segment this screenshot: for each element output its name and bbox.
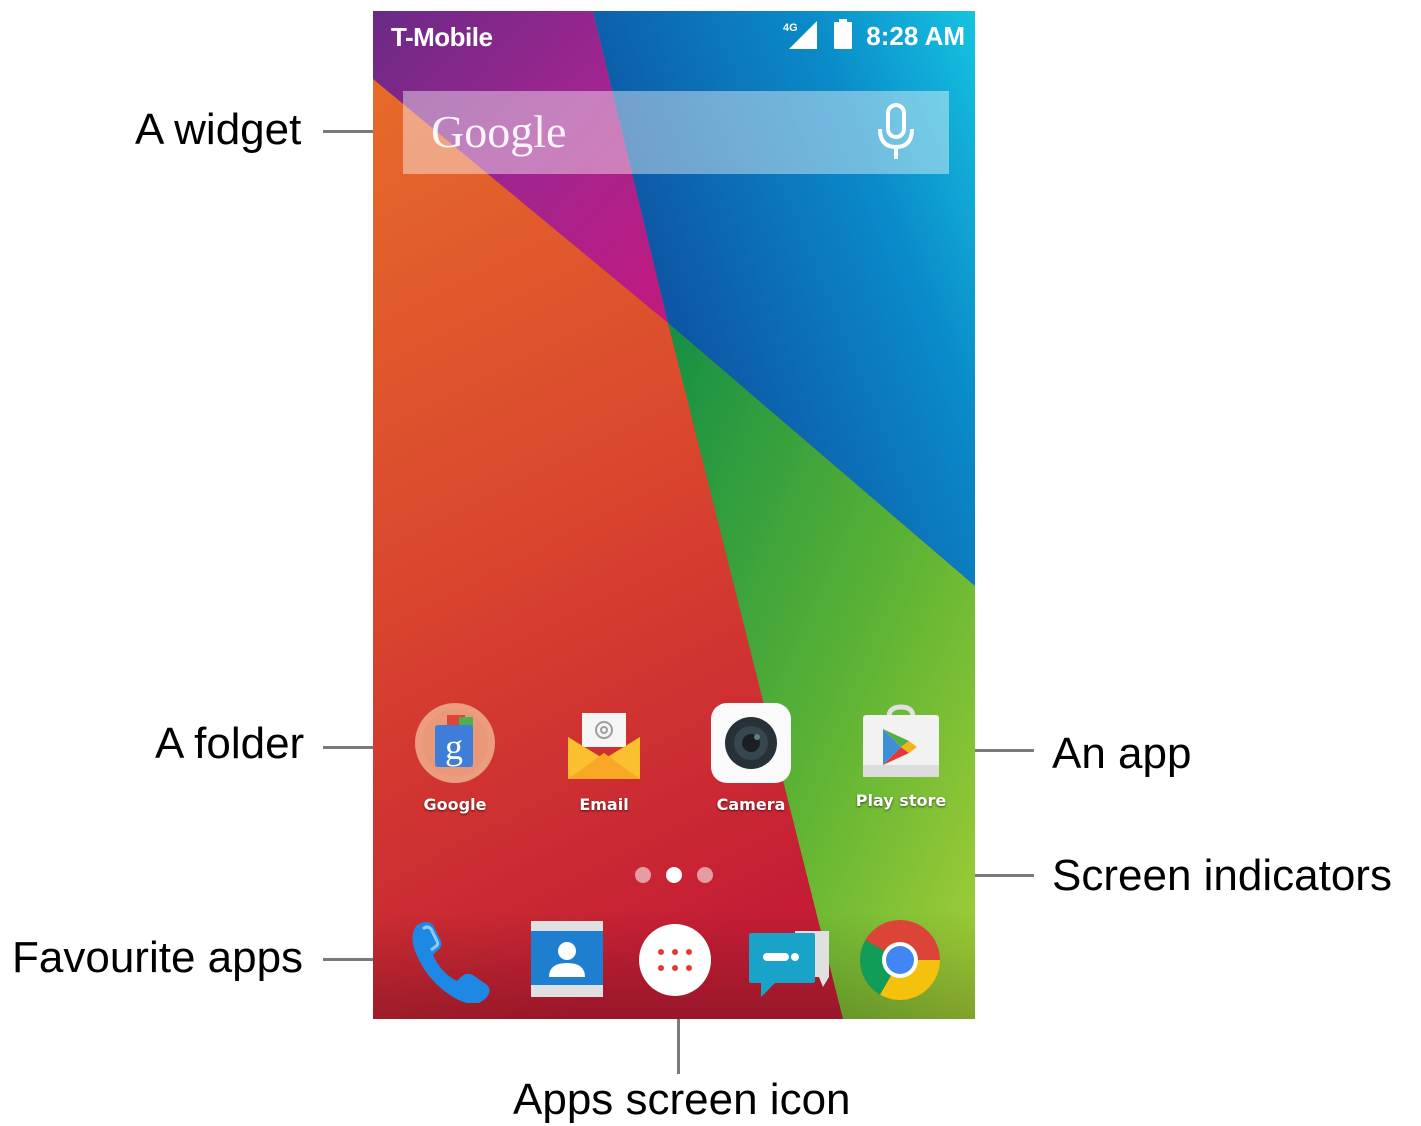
email-icon xyxy=(568,713,640,779)
signal-icon: 4G xyxy=(783,21,817,49)
screen-indicators[interactable] xyxy=(635,867,715,885)
play-store-icon xyxy=(863,704,939,777)
phone-home-screen: T-Mobile 4G 8:28 AM Google g Google Emai… xyxy=(373,11,975,1019)
svg-text:g: g xyxy=(445,727,463,767)
google-folder-icon: g xyxy=(415,703,495,783)
screen-indicator-dot-active[interactable] xyxy=(666,867,682,883)
callout-folder: A folder xyxy=(155,719,305,768)
carrier-name: T-Mobile xyxy=(391,22,493,52)
contacts-icon[interactable] xyxy=(523,917,609,1003)
callout-screen-indicators: Screen indicators xyxy=(1052,851,1392,900)
google-search-widget[interactable]: Google xyxy=(403,91,949,174)
callout-widget: A widget xyxy=(135,105,302,154)
app-label-play-store: Play store xyxy=(855,791,947,810)
network-type: 4G xyxy=(783,22,798,34)
google-logo-text: Google xyxy=(431,106,567,157)
callout-an-app: An app xyxy=(1052,729,1192,778)
play-store-app[interactable]: Play store xyxy=(841,703,961,833)
chrome-icon[interactable] xyxy=(857,917,943,1003)
callout-apps-screen-icon: Apps screen icon xyxy=(513,1075,851,1124)
screen-indicator-dot[interactable] xyxy=(635,867,651,883)
battery-icon xyxy=(834,19,852,49)
callout-favourite-apps: Favourite apps xyxy=(12,933,304,982)
camera-icon xyxy=(711,703,791,783)
status-bar: T-Mobile 4G 8:28 AM xyxy=(373,11,975,61)
apps-launcher-icon[interactable] xyxy=(632,917,718,1003)
messaging-icon[interactable] xyxy=(745,917,831,1003)
status-time: 8:28 AM xyxy=(866,21,965,51)
app-label-google: Google xyxy=(423,795,487,814)
microphone-icon[interactable] xyxy=(875,103,917,161)
phone-icon[interactable] xyxy=(407,917,493,1003)
camera-app[interactable]: Camera xyxy=(691,703,811,833)
google-folder[interactable]: g Google xyxy=(395,703,515,833)
app-label-camera: Camera xyxy=(716,795,786,814)
app-label-email: Email xyxy=(579,795,629,814)
screen-indicator-dot[interactable] xyxy=(697,867,713,883)
email-app[interactable]: Email xyxy=(544,703,664,833)
